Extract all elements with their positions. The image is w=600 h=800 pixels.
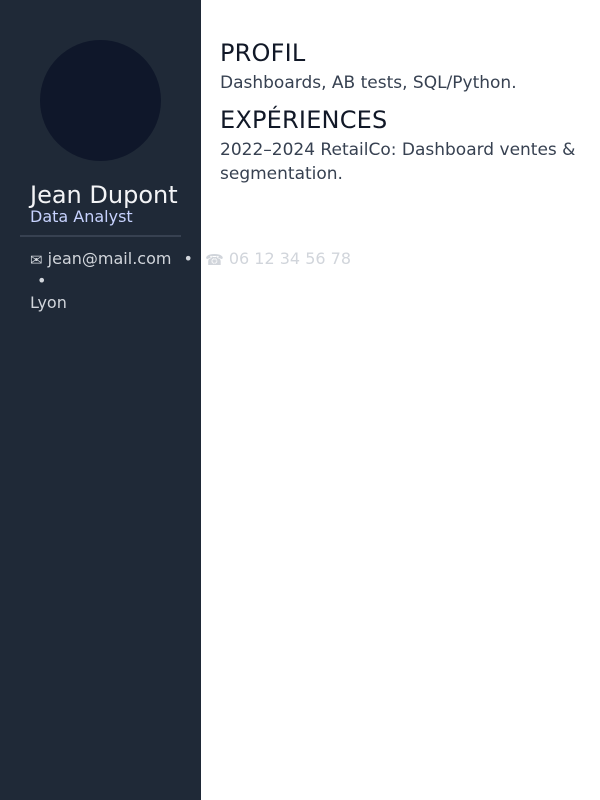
email-text: jean@mail.com (47, 249, 172, 268)
contact-info: ✉ jean@mail.com • ☎ 06 12 34 56 78 • Lyo… (30, 248, 370, 314)
phone-icon: ☎ (205, 251, 224, 269)
contact-separator: • (183, 249, 193, 268)
location-text: Lyon (30, 293, 67, 312)
main-content: PROFIL Dashboards, AB tests, SQL/Python.… (220, 38, 600, 186)
experience-title: EXPÉRIENCES (220, 106, 388, 134)
sidebar: Jean Dupont Data Analyst ✉ jean@mail.com… (0, 0, 351, 800)
person-role: Data Analyst (30, 207, 133, 226)
profile-text: Dashboards, AB tests, SQL/Python. (220, 73, 517, 93)
contact-separator: • (37, 271, 47, 290)
profile-title: PROFIL (220, 39, 306, 67)
profile-section: PROFIL Dashboards, AB tests, SQL/Python. (220, 38, 600, 95)
resume-page: Jean Dupont Data Analyst ✉ jean@mail.com… (0, 0, 600, 800)
avatar (40, 40, 161, 161)
experience-section: EXPÉRIENCES 2022–2024 RetailCo: Dashboar… (220, 105, 600, 186)
sidebar-divider (20, 235, 181, 237)
phone-text: 06 12 34 56 78 (228, 249, 351, 268)
email-icon: ✉ (30, 251, 43, 269)
experience-text: 2022–2024 RetailCo: Dashboard ventes & s… (220, 140, 576, 184)
